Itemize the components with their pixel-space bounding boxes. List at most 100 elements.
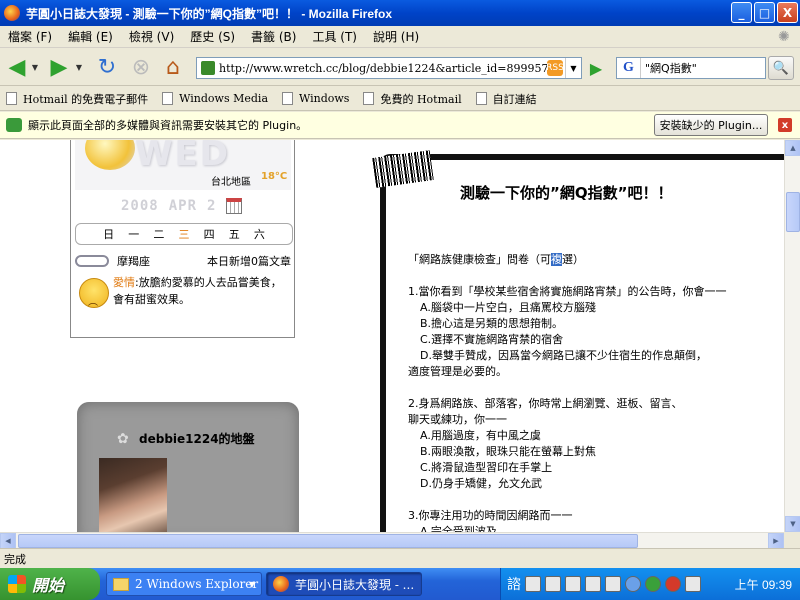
capricorn-sign-icon bbox=[75, 255, 109, 267]
search-magnifier-icon[interactable]: 🔍 bbox=[768, 56, 794, 80]
article-heading: 測驗一下你的”網Q指數”吧！！ bbox=[460, 184, 673, 202]
search-input[interactable]: "網Q指數" bbox=[645, 60, 697, 76]
article-line-text: 1.當你看到「學校某些宿舍將實施網路宵禁」的公告時，你會一一 bbox=[408, 285, 727, 298]
stop-icon[interactable]: ⊗ bbox=[128, 54, 154, 80]
scroll-right-icon[interactable]: ▶ bbox=[768, 533, 784, 549]
article-line: B.擔心這是另類的思想箝制。 bbox=[408, 316, 780, 332]
article-line: 1.當你看到「學校某些宿舍將實施網路宵禁」的公告時，你會一一 bbox=[408, 284, 780, 300]
article-line-text: 2.身爲網路族、部落客，你時常上網瀏覽、逛板、留言、 bbox=[408, 397, 683, 410]
search-engine-google-icon[interactable]: G bbox=[617, 58, 641, 78]
minimize-button[interactable]: _ bbox=[731, 2, 752, 23]
antivirus-icon[interactable] bbox=[645, 576, 661, 592]
flower-icon: ✿ bbox=[117, 430, 129, 447]
article-line-text: A.用腦過度，有中風之虞 bbox=[420, 429, 541, 442]
start-button[interactable]: 開始 bbox=[0, 568, 100, 600]
scroll-down-icon[interactable]: ▼ bbox=[785, 516, 800, 532]
article-line-text: A.腦袋中一片空白，且痛罵校方腦殘 bbox=[420, 301, 596, 314]
close-button[interactable]: X bbox=[777, 2, 798, 23]
bookmark-free-hotmail[interactable]: 免費的 Hotmail bbox=[363, 91, 462, 107]
menu-file[interactable]: 檔案 (F) bbox=[0, 28, 60, 45]
vertical-scroll-thumb[interactable] bbox=[786, 192, 800, 232]
status-bar: 完成 bbox=[0, 548, 800, 568]
article-line-text: 3.你專注用功的時間因網路而一一 bbox=[408, 509, 573, 522]
tray-expand-icon[interactable] bbox=[625, 576, 641, 592]
clock[interactable]: 上午 09:39 bbox=[735, 576, 792, 593]
scroll-left-icon[interactable]: ◀ bbox=[0, 533, 16, 549]
page-icon bbox=[162, 92, 174, 105]
horizontal-scroll-thumb[interactable] bbox=[18, 534, 638, 548]
tools-icon[interactable] bbox=[565, 576, 581, 592]
bookmark-windows[interactable]: Windows bbox=[282, 92, 349, 105]
horizontal-scrollbar[interactable]: ◀ ▶ bbox=[0, 532, 784, 549]
weekday: 日 bbox=[103, 228, 115, 241]
avatar[interactable] bbox=[99, 458, 167, 532]
date-month: APR bbox=[168, 198, 198, 214]
back-history-dropdown-icon[interactable]: ▼ bbox=[30, 54, 40, 80]
article-line-text: 適度管理是必要的。 bbox=[408, 365, 507, 378]
article-line-text: D.仍身手矯健，允文允武 bbox=[420, 477, 542, 490]
page-icon bbox=[282, 92, 293, 105]
url-bar[interactable]: http://www.wretch.cc/blog/debbie1224&art… bbox=[196, 57, 582, 79]
menu-history[interactable]: 歷史 (S) bbox=[182, 28, 243, 45]
url-history-dropdown-icon[interactable]: ▼ bbox=[565, 58, 581, 78]
bookmark-hotmail-email[interactable]: Hotmail 的免費電子郵件 bbox=[6, 91, 148, 107]
menu-bookmarks[interactable]: 書籤 (B) bbox=[243, 28, 304, 45]
system-tray: 諮 上午 09:39 bbox=[500, 568, 800, 600]
network-icon[interactable] bbox=[585, 576, 601, 592]
love-label: 愛情 bbox=[113, 276, 135, 289]
profile-panel: ✿ debbie1224的地盤 bbox=[77, 402, 299, 532]
article-line: 聊天或練功，你一一 bbox=[408, 412, 780, 428]
love-fortune: 愛情:放膽約愛慕的人去品嘗美食，會有甜蜜效果。 bbox=[79, 274, 289, 308]
window-title: 芋圓小日誌大發現 - 測驗一下你的”網Q指數”吧！！ - Mozilla Fir… bbox=[26, 6, 393, 21]
weekday: 一 bbox=[128, 228, 140, 241]
help-icon[interactable] bbox=[605, 576, 621, 592]
barcode-icon bbox=[372, 150, 434, 188]
article-line: 3.你專注用功的時間因網路而一一 bbox=[408, 508, 780, 524]
search-bar[interactable]: G "網Q指數" bbox=[616, 57, 766, 79]
article-line: D.舉雙手贊成，因爲當今網路已讓不少住宿生的作息顛倒， bbox=[408, 348, 780, 364]
bookmark-custom-links[interactable]: 自訂連結 bbox=[475, 91, 537, 107]
keyboard-icon[interactable] bbox=[545, 576, 561, 592]
vertical-scrollbar[interactable]: ▲ ▼ bbox=[784, 140, 800, 532]
page-content: WED 台北地區 18°C 2008 APR 2 日 一 二 三 四 五 六 摩… bbox=[0, 140, 784, 532]
posts-today: 本日新增0篇文章 bbox=[207, 255, 291, 268]
menu-edit[interactable]: 編輯 (E) bbox=[60, 28, 121, 45]
url-text[interactable]: http://www.wretch.cc/blog/debbie1224&art… bbox=[219, 62, 547, 75]
menu-help[interactable]: 說明 (H) bbox=[365, 28, 427, 45]
close-notification-icon[interactable]: x bbox=[778, 118, 792, 132]
windows-logo-icon bbox=[8, 575, 26, 593]
security-shield-icon[interactable] bbox=[665, 576, 681, 592]
rss-feed-icon[interactable]: RSS bbox=[546, 60, 564, 76]
article-line: 「網路族健康檢查」問卷（可複選） bbox=[408, 252, 780, 268]
reload-icon[interactable]: ↻ bbox=[94, 54, 120, 80]
page-icon bbox=[475, 92, 487, 105]
firefox-icon bbox=[4, 5, 20, 21]
taskbar-item-explorer[interactable]: 2 Windows Explorer ▼ bbox=[106, 572, 262, 596]
article-line-text: C.將滑鼠造型習印在手掌上 bbox=[420, 461, 553, 474]
forward-arrow-icon[interactable]: ▶ bbox=[46, 54, 72, 80]
zodiac-sign[interactable]: 摩羯座 bbox=[117, 253, 150, 269]
article-line-text: B.擔心這是另類的思想箝制。 bbox=[420, 317, 564, 330]
go-arrow-icon[interactable]: ▶ bbox=[586, 58, 606, 78]
home-icon[interactable]: ⌂ bbox=[160, 54, 186, 80]
input-mode-icon[interactable] bbox=[525, 576, 541, 592]
scroll-up-icon[interactable]: ▲ bbox=[785, 140, 800, 156]
taskbar-item-firefox[interactable]: 芋圓小日誌大發現 - ... bbox=[266, 572, 422, 596]
selected-text-highlight: 複 bbox=[551, 253, 562, 266]
bookmark-windows-media[interactable]: Windows Media bbox=[162, 92, 268, 105]
forward-history-dropdown-icon[interactable]: ▼ bbox=[74, 54, 84, 80]
ime-indicator[interactable]: 諮 bbox=[507, 574, 521, 594]
page-icon bbox=[363, 92, 375, 105]
puzzle-piece-icon bbox=[6, 118, 22, 132]
menu-tools[interactable]: 工具 (T) bbox=[304, 28, 365, 45]
calendar-icon[interactable] bbox=[226, 198, 243, 214]
menu-view[interactable]: 檢視 (V) bbox=[121, 28, 182, 45]
back-arrow-icon[interactable]: ◀ bbox=[4, 54, 30, 80]
install-plugin-button[interactable]: 安裝缺少的 Plugin... bbox=[654, 114, 768, 136]
scrollbar-corner bbox=[784, 532, 800, 548]
volume-icon[interactable] bbox=[685, 576, 701, 592]
maximize-button[interactable]: □ bbox=[754, 2, 775, 23]
status-text: 完成 bbox=[4, 552, 26, 566]
